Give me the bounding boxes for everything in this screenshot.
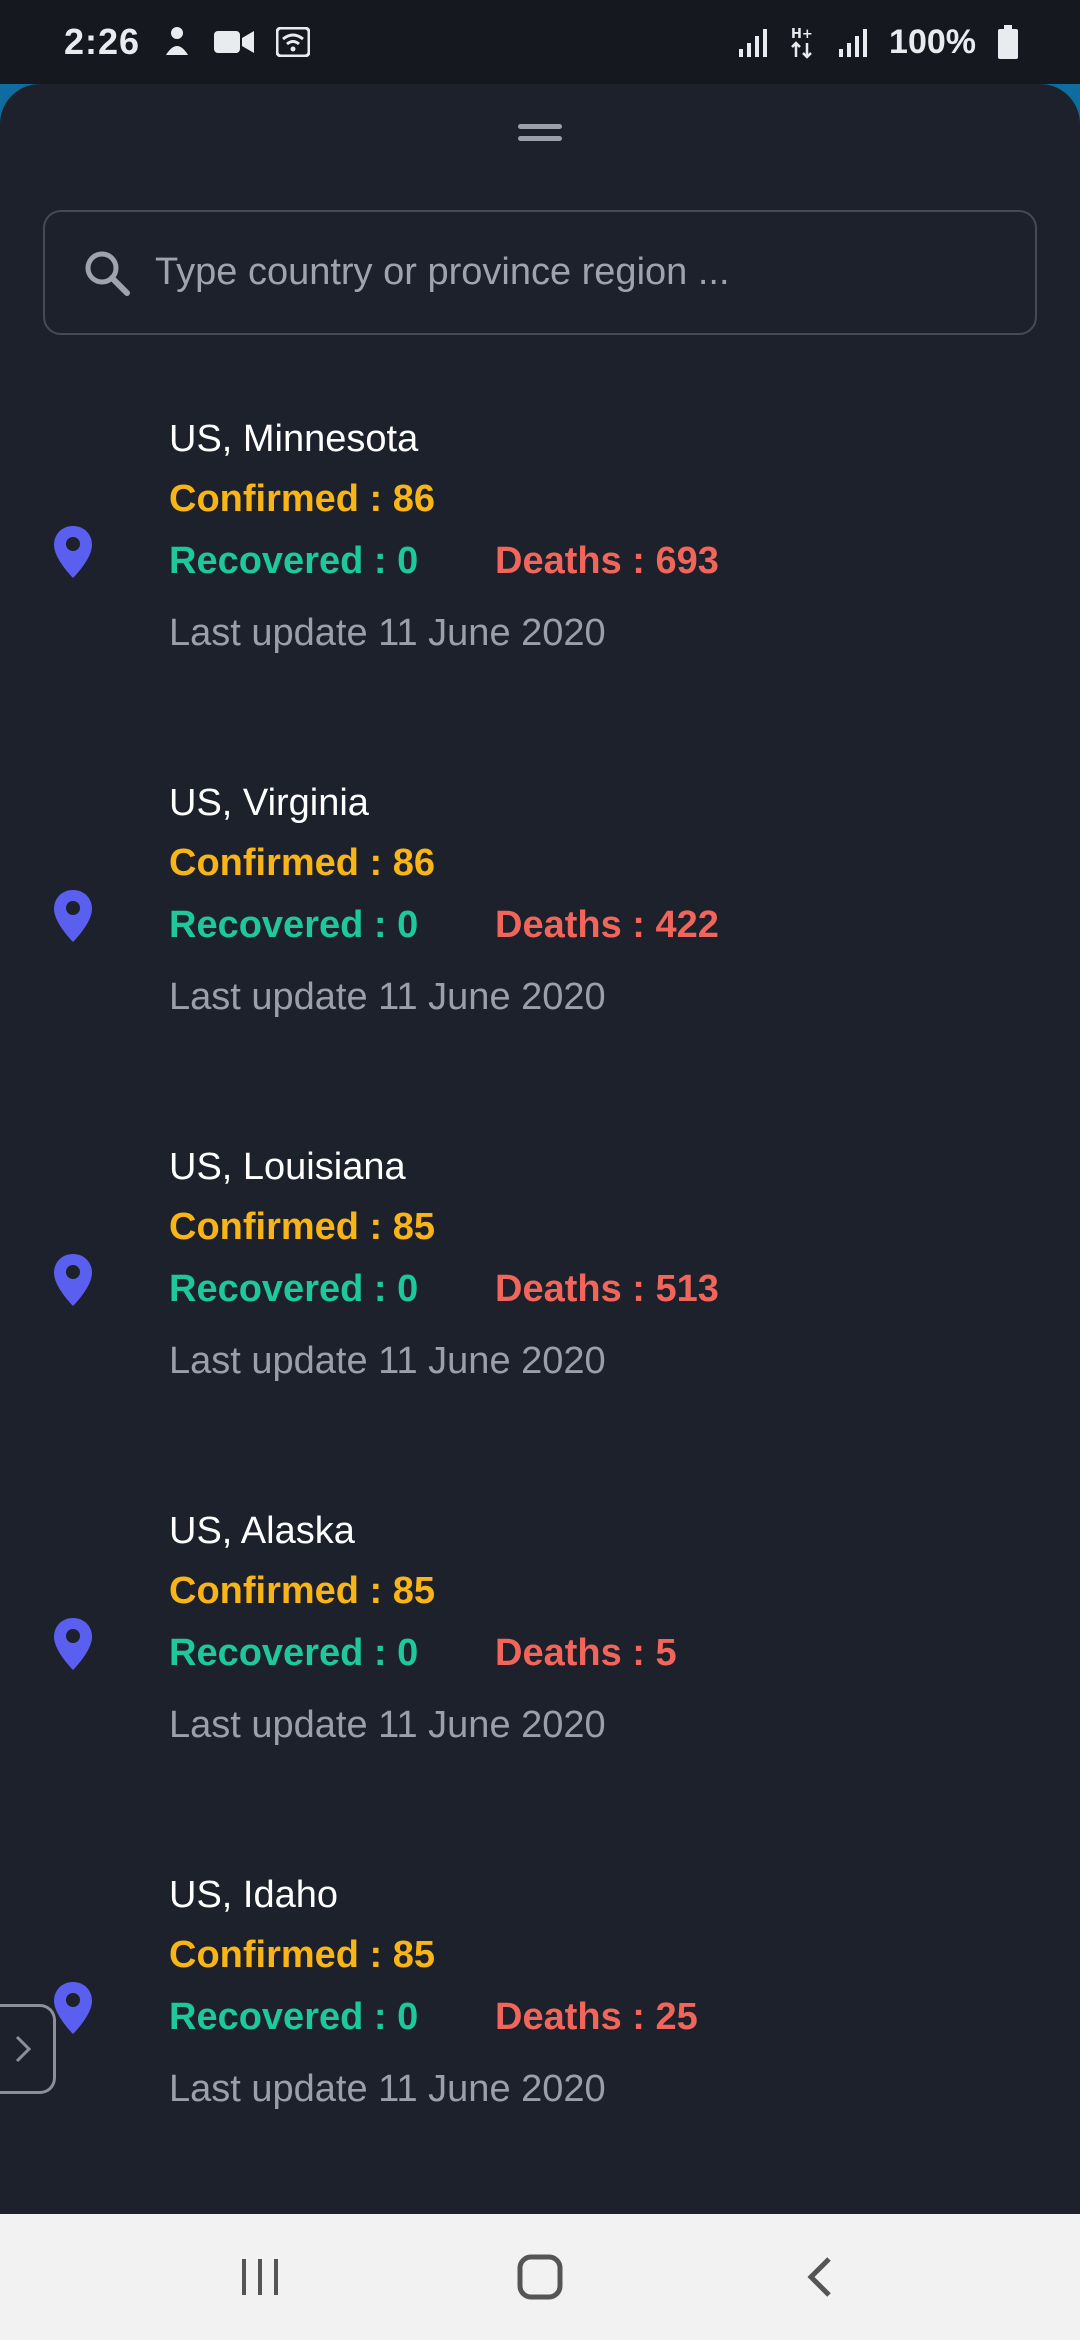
region-list: US, Minnesota Confirmed : 86 Recovered :… [0,414,1080,2234]
deaths-count: Deaths : 693 [495,540,719,582]
recovered-count: Recovered : 0 [169,1632,419,1674]
battery-icon [998,25,1018,59]
recovered-count: Recovered : 0 [169,1268,419,1310]
deaths-count: Deaths : 422 [495,904,719,946]
recovered-count: Recovered : 0 [169,540,419,582]
stats-row: Recovered : 0 Deaths : 693 [169,536,719,608]
confirmed-count: Confirmed : 86 [169,842,436,884]
list-item[interactable]: US, Louisiana Confirmed : 85 Recovered :… [0,1142,1080,1506]
recovered-count: Recovered : 0 [169,1996,419,2038]
deaths-count: Deaths : 5 [495,1632,677,1674]
location-pin-icon [54,1254,92,1306]
stats-row: Recovered : 0 Deaths : 25 [169,1992,698,2064]
region-name: US, Idaho [169,1874,338,1916]
confirmed-count: Confirmed : 85 [169,1570,436,1612]
list-item[interactable]: US, Idaho Confirmed : 85 Recovered : 0 D… [0,1870,1080,2234]
last-update: Last update 11 June 2020 [169,976,606,1018]
app-screen: 2:26 H+ 100% Type country or province re… [0,0,1080,2340]
status-bar: 2:26 H+ 100% [0,0,1080,84]
region-details: US, Louisiana Confirmed : 85 Recovered :… [169,1142,719,1386]
status-time: 2:26 [64,21,141,62]
region-name: US, Louisiana [169,1146,406,1188]
battery-percent: 100% [889,22,976,61]
location-pin-icon [54,526,92,578]
location-pin-icon [54,1618,92,1670]
chevron-right-icon [15,2035,31,2063]
stats-row: Recovered : 0 Deaths : 513 [169,1264,719,1336]
home-button[interactable] [500,2237,580,2317]
search-placeholder: Type country or province region ... [155,251,730,293]
system-nav-bar [0,2214,1080,2340]
region-name: US, Alaska [169,1510,355,1552]
list-item[interactable]: US, Minnesota Confirmed : 86 Recovered :… [0,414,1080,778]
status-left: 2:26 [64,21,311,63]
bottom-sheet: Type country or province region ... US, … [0,84,1080,2214]
confirmed-count: Confirmed : 86 [169,478,436,520]
data-network-icon: H+ [791,27,813,59]
back-button[interactable] [780,2237,860,2317]
last-update: Last update 11 June 2020 [169,1340,606,1382]
confirmed-count: Confirmed : 85 [169,1206,436,1248]
region-details: US, Minnesota Confirmed : 86 Recovered :… [169,414,719,658]
stats-row: Recovered : 0 Deaths : 5 [169,1628,677,1700]
list-item[interactable]: US, Virginia Confirmed : 86 Recovered : … [0,778,1080,1142]
list-item[interactable]: US, Alaska Confirmed : 85 Recovered : 0 … [0,1506,1080,1870]
recovered-count: Recovered : 0 [169,904,419,946]
search-input[interactable]: Type country or province region ... [43,210,1037,335]
recents-button[interactable] [220,2237,300,2317]
signal-icon [739,29,768,57]
region-details: US, Virginia Confirmed : 86 Recovered : … [169,778,719,1022]
region-name: US, Virginia [169,782,369,824]
wifi-calling-icon [276,27,311,57]
region-details: US, Idaho Confirmed : 85 Recovered : 0 D… [169,1870,698,2114]
confirmed-count: Confirmed : 85 [169,1934,436,1976]
svg-text:H+: H+ [791,27,813,42]
home-icon [517,2254,563,2300]
status-right: H+ 100% [737,23,1018,62]
side-drawer-tab[interactable] [0,2004,56,2094]
last-update: Last update 11 June 2020 [169,1704,606,1746]
region-details: US, Alaska Confirmed : 85 Recovered : 0 … [169,1506,677,1750]
deaths-count: Deaths : 513 [495,1268,719,1310]
back-icon [807,2257,831,2297]
stats-row: Recovered : 0 Deaths : 422 [169,900,719,972]
notification-icon [166,27,189,55]
recents-icon [242,2259,278,2295]
search-icon [85,251,130,296]
video-camera-icon [214,31,255,53]
location-pin-icon [54,890,92,942]
location-pin-icon [54,1982,92,2034]
deaths-count: Deaths : 25 [495,1996,698,2038]
last-update: Last update 11 June 2020 [169,612,606,654]
region-name: US, Minnesota [169,418,419,460]
drag-handle-icon[interactable] [518,124,562,146]
signal-icon-2 [839,29,868,57]
last-update: Last update 11 June 2020 [169,2068,606,2110]
